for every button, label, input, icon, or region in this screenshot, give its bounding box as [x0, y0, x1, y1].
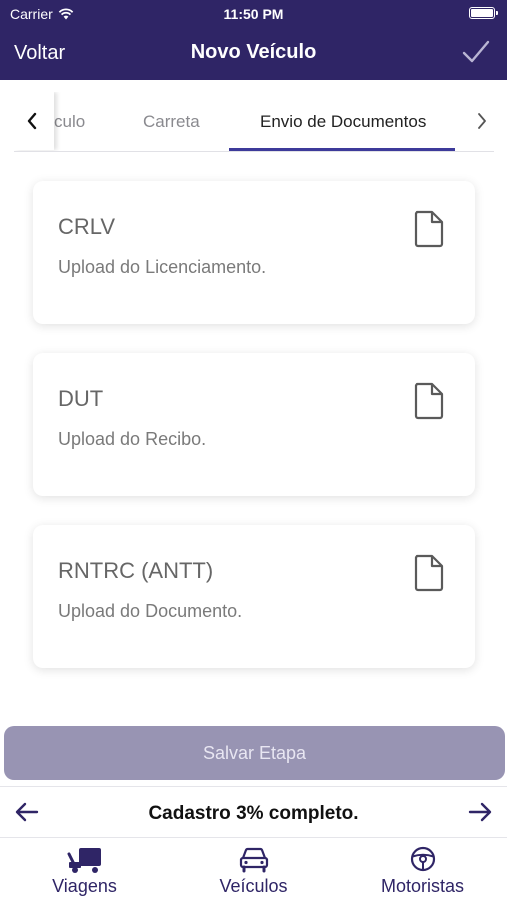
- screen: Carrier 11:50 PM Voltar Novo Veículo cul…: [0, 0, 507, 900]
- tab-veiculos[interactable]: Veículos: [169, 844, 338, 897]
- tab-viagens-label: Viagens: [52, 876, 117, 896]
- car-icon: [239, 847, 268, 873]
- checkmark-icon[interactable]: [461, 38, 491, 66]
- back-button[interactable]: Voltar: [14, 42, 65, 65]
- battery-icon: [469, 7, 498, 19]
- document-icon[interactable]: [413, 210, 445, 248]
- arrow-left-icon[interactable]: [14, 800, 40, 824]
- tab-viagens[interactable]: Viagens: [0, 844, 169, 897]
- document-card-dut[interactable]: DUT Upload do Recibo.: [33, 353, 475, 496]
- card-title: RNTRC (ANTT): [58, 558, 214, 583]
- card-title: CRLV: [58, 214, 116, 239]
- tab-motoristas-label: Motoristas: [380, 876, 465, 896]
- tab-carreta[interactable]: Carreta: [143, 112, 200, 132]
- card-title: DUT: [58, 386, 104, 411]
- tab-scroll-left-button[interactable]: [14, 92, 54, 150]
- arrow-right-icon[interactable]: [467, 800, 493, 824]
- tab-envio-de-documentos[interactable]: Envio de Documentos: [260, 112, 426, 132]
- progress-row: Cadastro 3% completo.: [0, 786, 507, 838]
- document-card-crlv[interactable]: CRLV Upload do Licenciamento.: [33, 181, 475, 324]
- card-subtitle: Upload do Licenciamento.: [58, 257, 267, 277]
- header: Carrier 11:50 PM Voltar Novo Veículo: [0, 0, 507, 80]
- tab-veiculo[interactable]: culo: [54, 112, 85, 132]
- card-subtitle: Upload do Documento.: [58, 601, 243, 621]
- segment-tabs: culo Carreta Envio de Documentos: [14, 92, 494, 152]
- tab-active-indicator: [229, 148, 455, 151]
- card-subtitle: Upload do Recibo.: [58, 429, 207, 449]
- progress-text: Cadastro 3% completo.: [148, 803, 359, 824]
- navigation-bar: Voltar Novo Veículo: [0, 30, 507, 76]
- save-step-button[interactable]: Salvar Etapa: [4, 726, 505, 780]
- status-time: 11:50 PM: [223, 6, 284, 22]
- truck-icon: [67, 848, 101, 873]
- document-icon[interactable]: [413, 382, 445, 420]
- document-card-rntrc[interactable]: RNTRC (ANTT) Upload do Documento.: [33, 525, 475, 668]
- document-icon[interactable]: [413, 554, 445, 592]
- tab-motoristas[interactable]: Motoristas: [338, 844, 507, 897]
- status-bar: Carrier 11:50 PM: [0, 0, 507, 28]
- chevron-left-icon: [27, 112, 37, 130]
- tab-veiculos-label: Veículos: [219, 876, 288, 896]
- page-title: Novo Veículo: [190, 41, 317, 63]
- steering-wheel-icon: [410, 846, 435, 872]
- bottom-tab-bar: Viagens Veículos Motoristas: [0, 838, 507, 900]
- chevron-right-icon[interactable]: [476, 112, 488, 130]
